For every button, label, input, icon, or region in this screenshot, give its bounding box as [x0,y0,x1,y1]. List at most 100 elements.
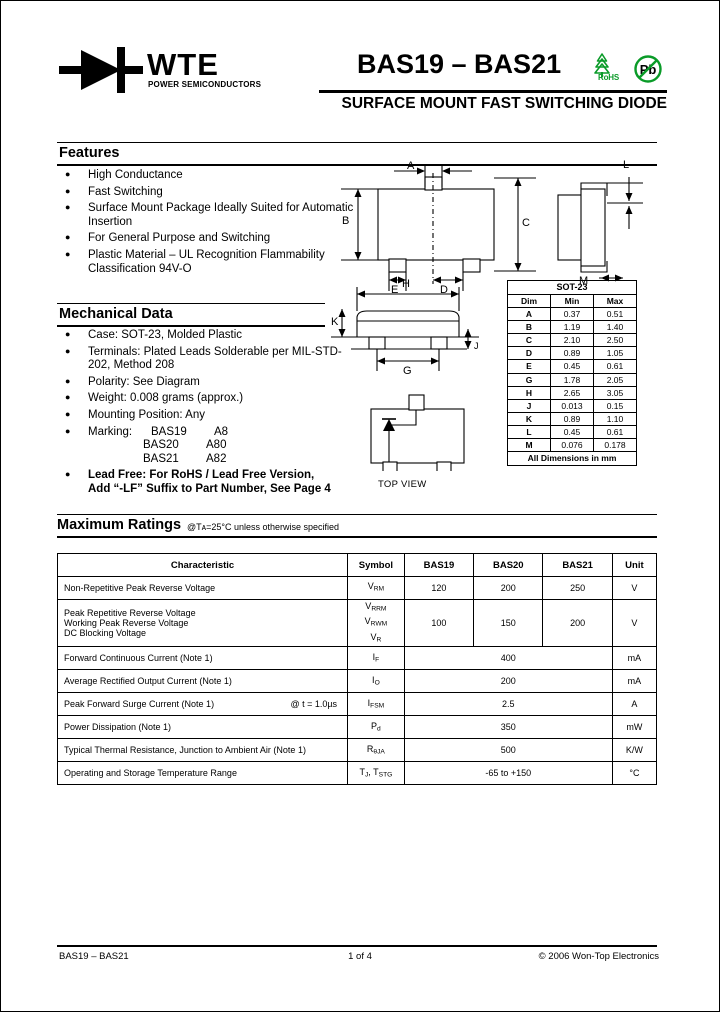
company-logo: WTE POWER SEMICONDUCTORS [59,41,279,103]
dim-cell: K [507,411,551,426]
table-row: J 0.013 0.15 [507,398,637,413]
col-bas20: BAS20 [473,553,544,577]
min-cell: 0.076 [550,438,594,453]
bas21-cell: 200 [542,598,613,648]
lead-free-note: Lead Free: For RoHS / Lead Free Version,… [57,468,347,496]
value-cell: 500 [403,738,613,763]
characteristic-text: Peak Forward Surge Current (Note 1) [64,699,215,710]
features-heading: Features [59,145,120,161]
table-row: C 2.10 2.50 [507,333,637,348]
dim-label-d: D [440,284,448,296]
page-subtitle: SURFACE MOUNT FAST SWITCHING DIODE [341,95,668,112]
ratings-rule-top [57,514,657,515]
dim-cell: C [507,333,551,348]
max-cell: 2.50 [593,333,637,348]
dim-label-g: G [403,365,412,377]
table-row: G 1.78 2.05 [507,372,637,387]
unit-cell: mW [611,715,658,740]
unit-cell: A [611,692,658,717]
brand-tagline: POWER SEMICONDUCTORS [148,80,262,89]
ratings-rule-bottom [57,536,657,538]
max-cell: 0.61 [593,424,637,440]
marking-part: BAS21 [143,452,179,465]
min-cell: 1.78 [550,372,594,387]
unit-cell: mA [611,646,658,671]
min-cell: 0.89 [550,346,594,361]
list-item: Terminals: Plated Leads Solderable per M… [57,345,347,373]
table-row: Power Dissipation (Note 1) Pd 350 mW [56,715,658,740]
mechanical-list: Case: SOT-23, Molded Plastic Terminals: … [57,328,347,500]
bas20-cell: 150 [473,598,544,648]
dim-label-a: A [407,160,415,172]
list-item: Fast Switching [57,185,357,200]
dim-label-c: C [522,217,530,229]
characteristic-cell: Power Dissipation (Note 1) [56,715,349,740]
symbol-cell: TJ, TSTG [347,761,405,786]
symbol-cell: IO [347,669,405,694]
max-cell: 3.05 [593,385,637,400]
table-row: H 2.65 3.05 [507,385,637,400]
bas19-cell: 120 [403,576,475,600]
footer-copyright: © 2006 Won-Top Electronics [538,951,659,962]
max-cell: 0.61 [593,359,637,374]
dim-cell: E [507,359,551,374]
marking-block: Marking: BAS19 A8 BAS20 A80 BAS21 A82 [57,425,347,467]
dim-cell: J [507,398,551,413]
characteristic-line: DC Blocking Voltage [64,628,147,639]
page-header: WTE POWER SEMICONDUCTORS BAS19 – BAS21 R… [1,1,719,123]
features-rule-top [57,142,657,143]
title-block: BAS19 – BAS21 RoHS Pb [319,49,667,112]
table-header-row: Characteristic Symbol BAS19 BAS20 BAS21 … [56,553,658,577]
col-characteristic: Characteristic [56,553,349,577]
features-list: High Conductance Fast Switching Surface … [57,168,357,279]
dim-cell: G [507,372,551,387]
unit-cell: °C [611,761,658,786]
list-item: Mounting Position: Any [57,408,347,423]
dim-table-title: SOT-23 [507,280,637,295]
bas20-cell: 200 [473,576,544,600]
characteristic-cell: Forward Continuous Current (Note 1) [56,646,349,671]
characteristic-condition: @ t = 1.0µs [290,699,338,710]
lead-free-line-1: Lead Free: For RoHS / Lead Free Version, [88,469,315,482]
symbol-cell: VRM [347,576,405,600]
min-cell: 0.013 [550,398,594,413]
dim-cell: M [507,438,551,453]
max-cell: 0.51 [593,307,637,322]
dim-cell: A [507,307,551,322]
table-row: Peak Forward Surge Current (Note 1) @ t … [56,692,658,717]
col-bas19: BAS19 [403,553,475,577]
brand-name: WTE [147,47,219,82]
characteristic-line: Working Peak Reverse Voltage [64,618,189,629]
dim-label-h: H [402,278,410,290]
mechanical-rule-top [57,303,325,304]
title-divider [319,90,667,93]
marking-part: BAS20 [143,439,179,452]
characteristic-cell: Peak Forward Surge Current (Note 1) @ t … [56,692,349,717]
mechanical-heading: Mechanical Data [59,306,173,322]
col-bas21: BAS21 [542,553,613,577]
characteristic-cell: Average Rectified Output Current (Note 1… [56,669,349,694]
min-cell: 0.37 [550,307,594,322]
characteristic-cell: Non-Repetitive Peak Reverse Voltage [56,576,349,600]
table-row: B 1.19 1.40 [507,320,637,335]
table-row: L 0.45 0.61 [507,424,637,440]
list-item: Plastic Material – UL Recognition Flamma… [57,248,357,276]
maximum-ratings-table: Characteristic Symbol BAS19 BAS20 BAS21 … [56,553,658,786]
table-row: A 0.37 0.51 [507,307,637,322]
rohs-label: RoHS [598,73,619,82]
dim-col-dim: Dim [507,293,551,309]
min-cell: 1.19 [550,320,594,335]
table-row: Peak Repetitive Reverse Voltage Working … [56,598,658,648]
min-cell: 0.45 [550,424,594,440]
dim-cell: H [507,385,551,400]
table-row: Typical Thermal Resistance, Junction to … [56,738,658,763]
dim-cell: L [507,424,551,440]
compliance-icons: RoHS Pb [589,52,667,86]
list-item: Surface Mount Package Ideally Suited for… [57,201,357,229]
table-row: M 0.076 0.178 [507,438,637,453]
bas19-cell: 100 [403,598,475,648]
dim-col-max: Max [593,293,637,309]
max-cell: 0.15 [593,398,637,413]
table-row: E 0.45 0.61 [507,359,637,374]
dim-label-b: B [342,215,350,227]
